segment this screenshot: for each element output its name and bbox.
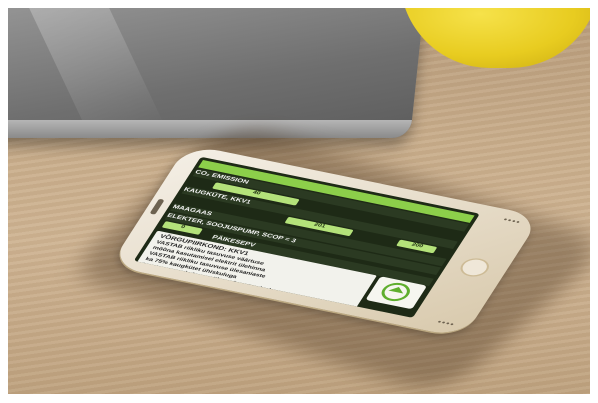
laptop-edge xyxy=(8,120,413,138)
home-button[interactable] xyxy=(456,256,494,279)
field-kaugkute-value-text: 201 xyxy=(312,222,327,229)
laptop-reflection xyxy=(29,8,166,128)
field-kaugkute-value-2-text: 200 xyxy=(410,242,425,249)
laptop xyxy=(8,8,426,138)
field-co2-value-text: 40 xyxy=(251,190,262,196)
earpiece xyxy=(149,198,165,215)
speaker-grille-icon-2: •••• xyxy=(435,318,457,329)
field-elekter-value-text: 0 xyxy=(179,224,187,230)
speaker-grille-icon: •••• xyxy=(501,216,523,227)
photo-scene: CO₂ EMISSION 40 KAUGKÜTE, KKV1 201 200 M… xyxy=(8,8,590,394)
